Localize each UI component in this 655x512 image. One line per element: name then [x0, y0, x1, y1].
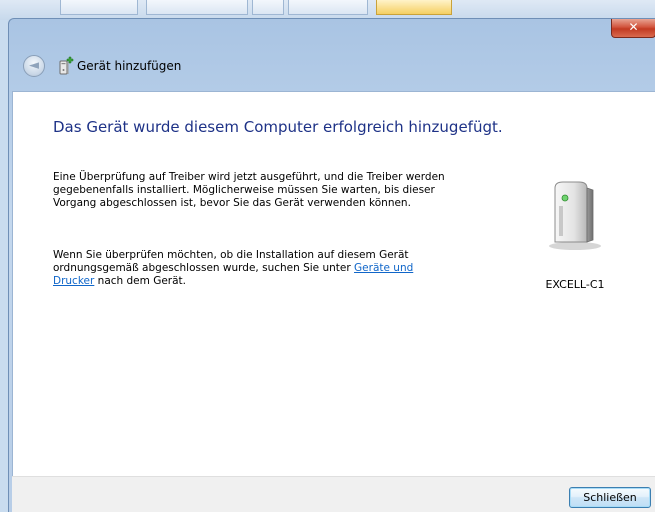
add-device-window: ✕ ◄ Gerät hinzufügen Das Gerät wurde die… [8, 18, 655, 512]
background-tab [146, 0, 248, 15]
wizard-title: Gerät hinzufügen [77, 59, 182, 73]
background-tab [252, 0, 284, 15]
background-tab-active [376, 0, 452, 15]
page-title: Das Gerät wurde diesem Computer erfolgre… [53, 118, 503, 136]
dialog-footer: Schließen [12, 476, 655, 512]
close-dialog-button[interactable]: Schließen [569, 487, 651, 508]
back-button[interactable]: ◄ [23, 55, 45, 77]
close-icon: ✕ [628, 20, 639, 34]
device-name-label: EXCELL-C1 [545, 278, 605, 291]
computer-device-icon [549, 181, 601, 250]
add-device-icon [59, 56, 74, 75]
content-panel: Das Gerät wurde diesem Computer erfolgre… [12, 91, 655, 477]
info-paragraph-verify: Wenn Sie überprüfen möchten, ob die Inst… [53, 249, 453, 288]
verify-text-end: nach dem Gerät. [94, 275, 187, 287]
back-arrow-icon: ◄ [29, 58, 39, 73]
navigation-bar: ◄ Gerät hinzufügen [9, 41, 655, 91]
window-close-button[interactable]: ✕ [611, 19, 655, 38]
title-bar: ✕ [9, 19, 655, 41]
info-paragraph-driver-check: Eine Überprüfung auf Treiber wird jetzt … [53, 171, 445, 209]
background-taskbar [0, 0, 655, 20]
background-tab [288, 0, 368, 15]
background-tab [60, 0, 138, 15]
